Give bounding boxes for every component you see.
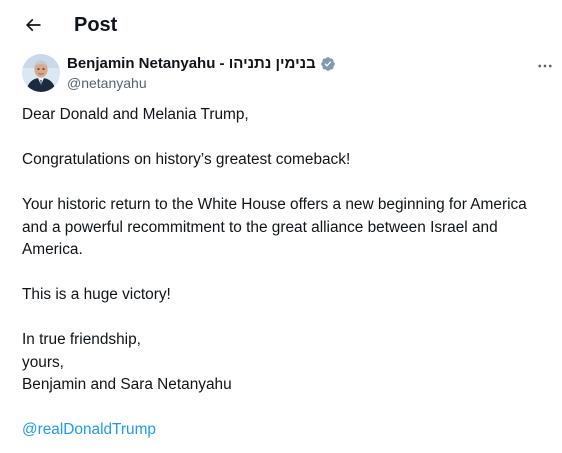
author-name-line: Benjamin Netanyahu - בנימין נתניהו bbox=[67, 54, 336, 74]
more-horizontal-icon bbox=[538, 64, 552, 68]
author-display-name[interactable]: Benjamin Netanyahu - בנימין נתניהו bbox=[67, 54, 316, 74]
post-closing-line-1: In true friendship, bbox=[22, 331, 141, 348]
post-greeting: Dear Donald and Melania Trump, bbox=[22, 106, 249, 123]
author-handle[interactable]: @netanyahu bbox=[67, 74, 147, 92]
post-return-paragraph: Your historic return to the White House … bbox=[22, 196, 527, 258]
post-text: Dear Donald and Melania Trump, Congratul… bbox=[22, 104, 542, 442]
arrow-left-icon bbox=[25, 18, 41, 32]
post-congrats-line: Congratulations on history’s greatest co… bbox=[22, 151, 351, 168]
avatar[interactable] bbox=[22, 54, 60, 92]
post-signature: Benjamin and Sara Netanyahu bbox=[22, 376, 232, 393]
back-button[interactable] bbox=[16, 8, 50, 42]
post-victory-line: This is a huge victory! bbox=[22, 286, 171, 303]
post-closing-line-2: yours, bbox=[22, 353, 64, 371]
avatar-image bbox=[22, 54, 60, 92]
post-author: Benjamin Netanyahu - בנימין נתניהו @neta… bbox=[22, 52, 552, 94]
page-title: Post bbox=[74, 14, 118, 36]
verified-badge-icon bbox=[320, 56, 336, 72]
post-header: Post bbox=[0, 0, 562, 52]
mention-link[interactable]: @realDonaldTrump bbox=[22, 421, 156, 438]
more-options-button[interactable] bbox=[531, 52, 559, 80]
